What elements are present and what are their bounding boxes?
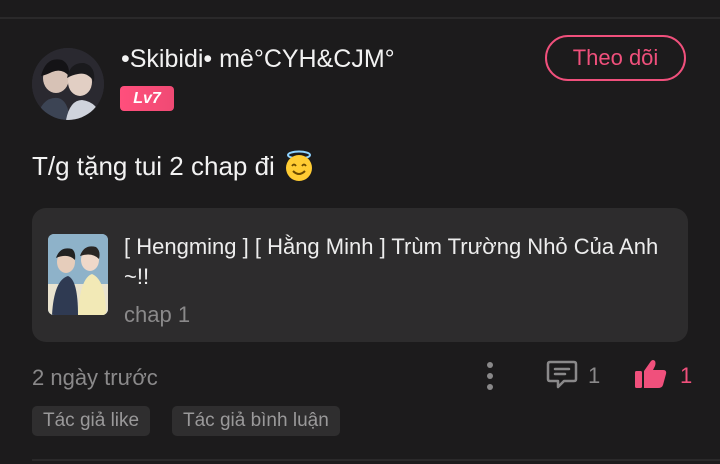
comment-icon <box>546 359 578 394</box>
username[interactable]: •Skibidi• mê°CYH&CJM° <box>121 45 395 74</box>
level-badge: Lv7 <box>120 86 174 111</box>
reply-button[interactable]: 1 <box>546 360 600 392</box>
like-count: 1 <box>680 363 693 388</box>
author-like-tag: Tác giả like <box>32 406 151 436</box>
story-title[interactable]: [ Hengming ] [ Hằng Minh ] Trùm Trường N… <box>124 232 664 292</box>
more-options-icon[interactable] <box>478 360 502 392</box>
story-cover-image <box>48 234 108 315</box>
comment-body: T/g tặng tui 2 chap đi <box>32 150 275 181</box>
smiling-face-with-halo-icon <box>283 150 315 182</box>
reply-count: 1 <box>588 363 601 388</box>
timestamp: 2 ngày trước <box>32 365 158 390</box>
top-divider <box>0 17 720 19</box>
author-comment-tag: Tác giả bình luận <box>172 406 340 436</box>
like-button[interactable]: 1 <box>634 358 693 395</box>
bottom-divider <box>32 459 720 461</box>
comment-screen: •Skibidi• mê°CYH&CJM° Lv7 Theo dõi T/g t… <box>0 0 720 464</box>
follow-button[interactable]: Theo dõi <box>545 35 686 81</box>
avatar[interactable] <box>32 48 104 120</box>
story-card[interactable]: [ Hengming ] [ Hằng Minh ] Trùm Trường N… <box>32 208 688 342</box>
story-chapter: chap 1 <box>124 302 191 327</box>
thumbs-up-icon <box>634 358 668 395</box>
comment-text: T/g tặng tui 2 chap đi <box>32 150 315 182</box>
